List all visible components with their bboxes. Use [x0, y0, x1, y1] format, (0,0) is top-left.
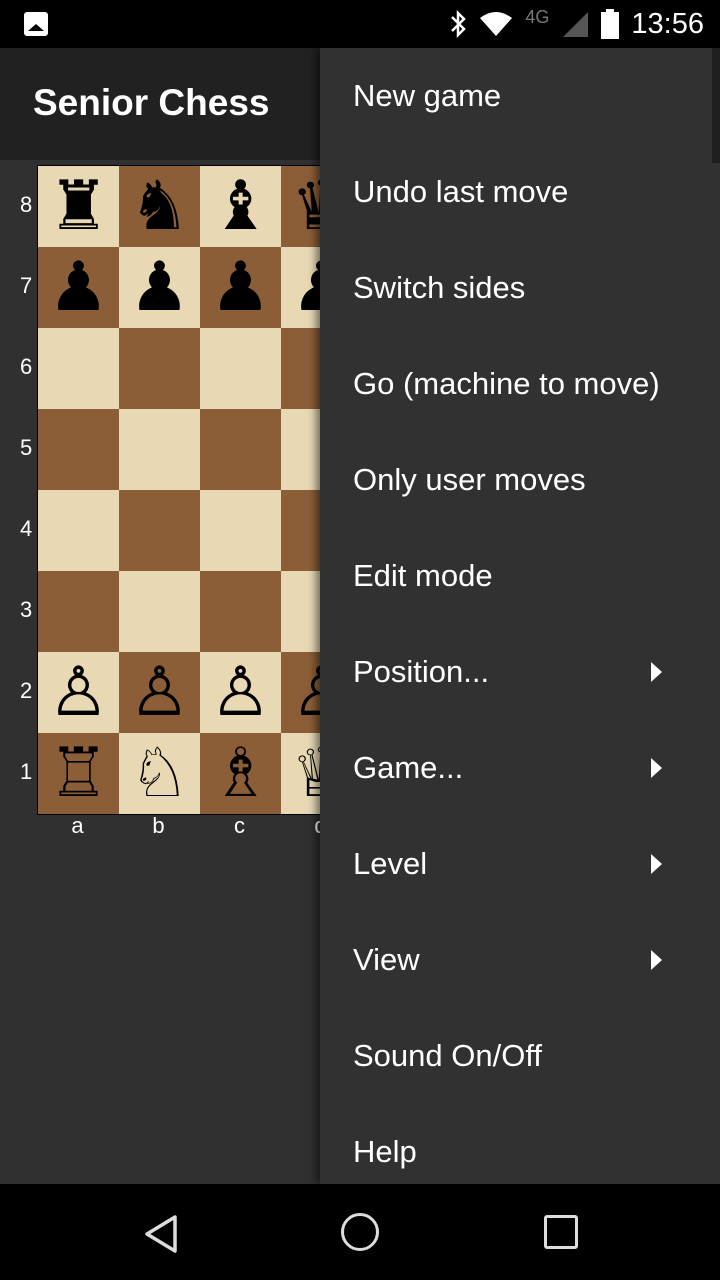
- menu-item-only-user-moves[interactable]: Only user moves: [320, 432, 712, 528]
- piece-c1[interactable]: ♗: [210, 739, 271, 808]
- clock: 13:56: [631, 7, 704, 40]
- piece-b1[interactable]: ♘: [129, 739, 190, 808]
- piece-c2[interactable]: ♙: [210, 658, 271, 727]
- square-c4[interactable]: [200, 490, 281, 571]
- rank-label: 8: [20, 192, 33, 217]
- menu-item-game[interactable]: Game...: [320, 720, 712, 816]
- submenu-arrow-icon: [651, 662, 662, 682]
- square-b3[interactable]: [119, 571, 200, 652]
- square-b8[interactable]: ♞: [119, 166, 200, 247]
- piece-a1[interactable]: ♖: [48, 739, 109, 808]
- rank-label: 5: [20, 435, 33, 460]
- menu-item-label: Undo last move: [353, 174, 569, 209]
- square-c6[interactable]: [200, 328, 281, 409]
- square-a7[interactable]: ♟: [38, 247, 119, 328]
- menu-item-label: View: [353, 942, 420, 977]
- square-b5[interactable]: [119, 409, 200, 490]
- menu-item-new-game[interactable]: New game: [320, 48, 712, 144]
- submenu-arrow-icon: [651, 854, 662, 874]
- menu-item-sound-on-off[interactable]: Sound On/Off: [320, 1008, 712, 1104]
- submenu-arrow-icon: [651, 950, 662, 970]
- network-type: 4G: [525, 6, 550, 27]
- square-c8[interactable]: ♝: [200, 166, 281, 247]
- image-notification-icon: [24, 12, 48, 36]
- bluetooth-icon: [451, 10, 467, 38]
- menu-item-label: Position...: [353, 654, 490, 689]
- rank-label: 3: [20, 597, 33, 622]
- square-b6[interactable]: [119, 328, 200, 409]
- rank-label: 6: [20, 354, 33, 379]
- menu-item-switch-sides[interactable]: Switch sides: [320, 240, 712, 336]
- menu-item-level[interactable]: Level: [320, 816, 712, 912]
- menu-item-go-machine-to-move[interactable]: Go (machine to move): [320, 336, 712, 432]
- menu-item-undo-last-move[interactable]: Undo last move: [320, 144, 712, 240]
- square-b2[interactable]: ♙: [119, 652, 200, 733]
- square-b4[interactable]: [119, 490, 200, 571]
- piece-a8[interactable]: ♜: [48, 172, 109, 241]
- piece-b7[interactable]: ♟: [129, 253, 190, 322]
- square-c7[interactable]: ♟: [200, 247, 281, 328]
- overflow-menu: New game Undo last move Switch sides Go (ma…: [320, 48, 720, 1184]
- rank-label: 1: [20, 759, 33, 784]
- menu-item-view[interactable]: View: [320, 912, 712, 1008]
- menu-scrollbar[interactable]: [712, 48, 720, 163]
- status-icons: 4G 13:56: [449, 0, 704, 48]
- navigation-bar: [0, 1184, 720, 1280]
- file-label: b: [152, 813, 165, 838]
- menu-item-label: Only user moves: [353, 462, 586, 497]
- piece-c7[interactable]: ♟: [210, 253, 271, 322]
- home-icon[interactable]: [341, 1213, 379, 1251]
- square-c3[interactable]: [200, 571, 281, 652]
- recents-icon[interactable]: [544, 1215, 578, 1249]
- piece-a7[interactable]: ♟: [48, 253, 109, 322]
- square-c1[interactable]: ♗: [200, 733, 281, 814]
- square-b7[interactable]: ♟: [119, 247, 200, 328]
- rank-label: 4: [20, 516, 33, 541]
- piece-b8[interactable]: ♞: [129, 172, 190, 241]
- file-label: c: [234, 813, 245, 838]
- cellular-signal-icon: [563, 12, 589, 37]
- square-a3[interactable]: [38, 571, 119, 652]
- menu-item-edit-mode[interactable]: Edit mode: [320, 528, 712, 624]
- square-c2[interactable]: ♙: [200, 652, 281, 733]
- file-label: a: [71, 813, 84, 838]
- piece-c8[interactable]: ♝: [210, 172, 271, 241]
- menu-item-label: New game: [353, 78, 502, 113]
- square-a4[interactable]: [38, 490, 119, 571]
- square-a1[interactable]: ♖: [38, 733, 119, 814]
- menu-item-label: Sound On/Off: [353, 1038, 542, 1073]
- menu-item-label: Game...: [353, 750, 464, 785]
- menu-item-label: Switch sides: [353, 270, 526, 305]
- menu-item-position[interactable]: Position...: [320, 624, 712, 720]
- square-a2[interactable]: ♙: [38, 652, 119, 733]
- back-icon[interactable]: [143, 1214, 179, 1254]
- rank-label: 2: [20, 678, 33, 703]
- menu-item-label: Edit mode: [353, 558, 493, 593]
- square-a5[interactable]: [38, 409, 119, 490]
- menu-item-label: Level: [353, 846, 428, 881]
- battery-icon: [601, 9, 620, 39]
- wifi-icon: [480, 12, 513, 36]
- status-bar: 4G 13:56: [0, 0, 720, 48]
- submenu-arrow-icon: [651, 758, 662, 778]
- menu-item-label: Go (machine to move): [353, 366, 660, 401]
- piece-b2[interactable]: ♙: [129, 658, 190, 727]
- square-c5[interactable]: [200, 409, 281, 490]
- square-a8[interactable]: ♜: [38, 166, 119, 247]
- piece-a2[interactable]: ♙: [48, 658, 109, 727]
- square-a6[interactable]: [38, 328, 119, 409]
- rank-label: 7: [20, 273, 33, 298]
- menu-item-label: Help: [353, 1134, 417, 1169]
- square-b1[interactable]: ♘: [119, 733, 200, 814]
- app-title: Senior Chess: [33, 82, 270, 123]
